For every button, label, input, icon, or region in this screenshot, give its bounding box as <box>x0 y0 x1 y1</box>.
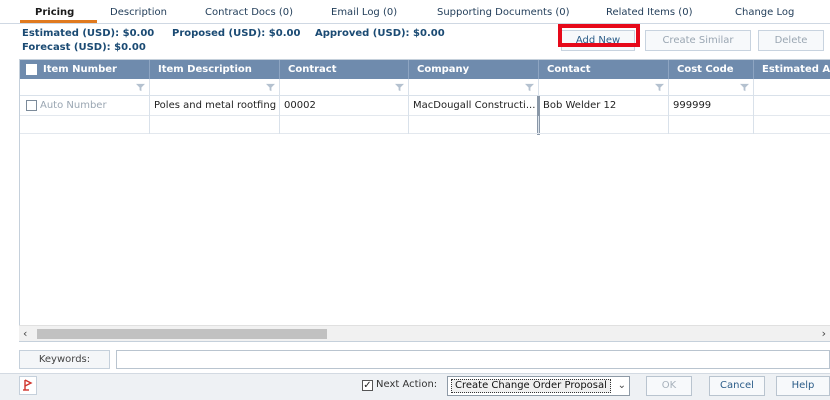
select-all-checkbox[interactable] <box>26 64 37 75</box>
cell-cost-code[interactable]: 999999 <box>669 96 754 116</box>
filter-cell[interactable] <box>669 79 754 96</box>
flag-icon <box>23 379 33 391</box>
tab-contract-docs[interactable]: Contract Docs (0) <box>205 7 293 18</box>
filter-cell[interactable] <box>150 79 280 96</box>
filter-row <box>20 79 830 96</box>
filter-icon[interactable] <box>266 83 275 92</box>
next-action-checkbox[interactable]: ✓ <box>362 380 373 391</box>
filter-cell[interactable] <box>20 79 150 96</box>
column-header-item-description[interactable]: Item Description <box>150 60 280 79</box>
cell-contact[interactable]: Bob Welder 12 <box>539 96 669 116</box>
keywords-label: Keywords: <box>19 350 110 369</box>
scrollbar-thumb[interactable] <box>37 329 327 339</box>
ok-button[interactable]: OK <box>646 376 692 396</box>
scroll-left-icon[interactable]: ‹ <box>23 327 27 340</box>
cancel-button[interactable]: Cancel <box>709 376 765 396</box>
next-action-value: Create Change Order Proposal <box>451 379 611 393</box>
column-header-estimated-amount[interactable]: Estimated Am <box>754 60 830 79</box>
empty-cell <box>20 116 150 134</box>
estimated-total: Estimated (USD): $0.00 <box>22 28 155 39</box>
column-header-item-number[interactable]: Item Number <box>20 60 150 79</box>
column-header-cost-code[interactable]: Cost Code <box>669 60 754 79</box>
delete-button[interactable]: Delete <box>758 30 824 51</box>
filter-icon[interactable] <box>395 83 404 92</box>
filter-cell[interactable] <box>409 79 539 96</box>
workflow-icon[interactable] <box>19 376 37 395</box>
active-tab-indicator <box>20 20 97 23</box>
table-row-empty[interactable] <box>20 116 830 134</box>
chevron-down-icon[interactable]: ⌄ <box>618 380 626 391</box>
forecast-total: Forecast (USD): $0.00 <box>22 42 146 53</box>
tab-supporting-documents[interactable]: Supporting Documents (0) <box>437 7 570 18</box>
filter-icon[interactable] <box>740 83 749 92</box>
filter-icon[interactable] <box>136 83 145 92</box>
empty-cell <box>409 116 539 134</box>
approved-total: Approved (USD): $0.00 <box>315 28 445 39</box>
cell-text: Auto Number <box>40 100 107 111</box>
filter-cell[interactable] <box>539 79 669 96</box>
help-button[interactable]: Help <box>776 376 830 396</box>
proposed-total: Proposed (USD): $0.00 <box>172 28 301 39</box>
row-checkbox[interactable] <box>26 100 37 111</box>
tab-description[interactable]: Description <box>110 7 167 18</box>
tab-related-items[interactable]: Related Items (0) <box>606 7 692 18</box>
column-header-company[interactable]: Company <box>409 60 539 79</box>
column-label: Item Number <box>43 64 117 75</box>
filter-icon[interactable] <box>525 83 534 92</box>
next-action-label: Next Action: <box>376 379 438 390</box>
empty-cell <box>754 116 830 134</box>
column-header-contract[interactable]: Contract <box>280 60 409 79</box>
cell-item-description[interactable]: Poles and metal rootfing <box>150 96 280 116</box>
add-new-button[interactable]: Add New <box>561 30 635 51</box>
scroll-right-icon[interactable]: › <box>822 327 826 340</box>
grid-header: Item Number Item Description Contract Co… <box>20 60 830 79</box>
horizontal-scrollbar[interactable]: ‹ › <box>19 325 830 341</box>
left-margin <box>0 59 19 342</box>
cell-estimated-amount[interactable] <box>754 96 830 116</box>
filter-cell[interactable] <box>754 79 830 96</box>
column-header-contact[interactable]: Contact <box>539 60 669 79</box>
empty-cell <box>150 116 280 134</box>
cell-item-number[interactable]: Auto Number <box>20 96 150 116</box>
empty-cell <box>539 116 669 134</box>
keywords-input[interactable] <box>116 350 830 369</box>
create-similar-button[interactable]: Create Similar <box>645 30 751 51</box>
empty-cell <box>280 116 409 134</box>
tab-bar: Pricing Description Contract Docs (0) Em… <box>0 0 830 24</box>
table-row[interactable]: Auto Number Poles and metal rootfing 000… <box>20 96 830 116</box>
next-action-select[interactable]: Create Change Order Proposal ⌄ <box>447 376 630 396</box>
tab-pricing[interactable]: Pricing <box>35 7 74 18</box>
items-grid: Item Number Item Description Contract Co… <box>19 59 830 342</box>
filter-icon[interactable] <box>655 83 664 92</box>
cell-company[interactable]: MacDougall Constructi... <box>409 96 539 116</box>
tab-email-log[interactable]: Email Log (0) <box>331 7 397 18</box>
filter-cell[interactable] <box>280 79 409 96</box>
empty-cell <box>669 116 754 134</box>
cell-contract[interactable]: 00002 <box>280 96 409 116</box>
tab-change-log[interactable]: Change Log <box>735 7 794 18</box>
